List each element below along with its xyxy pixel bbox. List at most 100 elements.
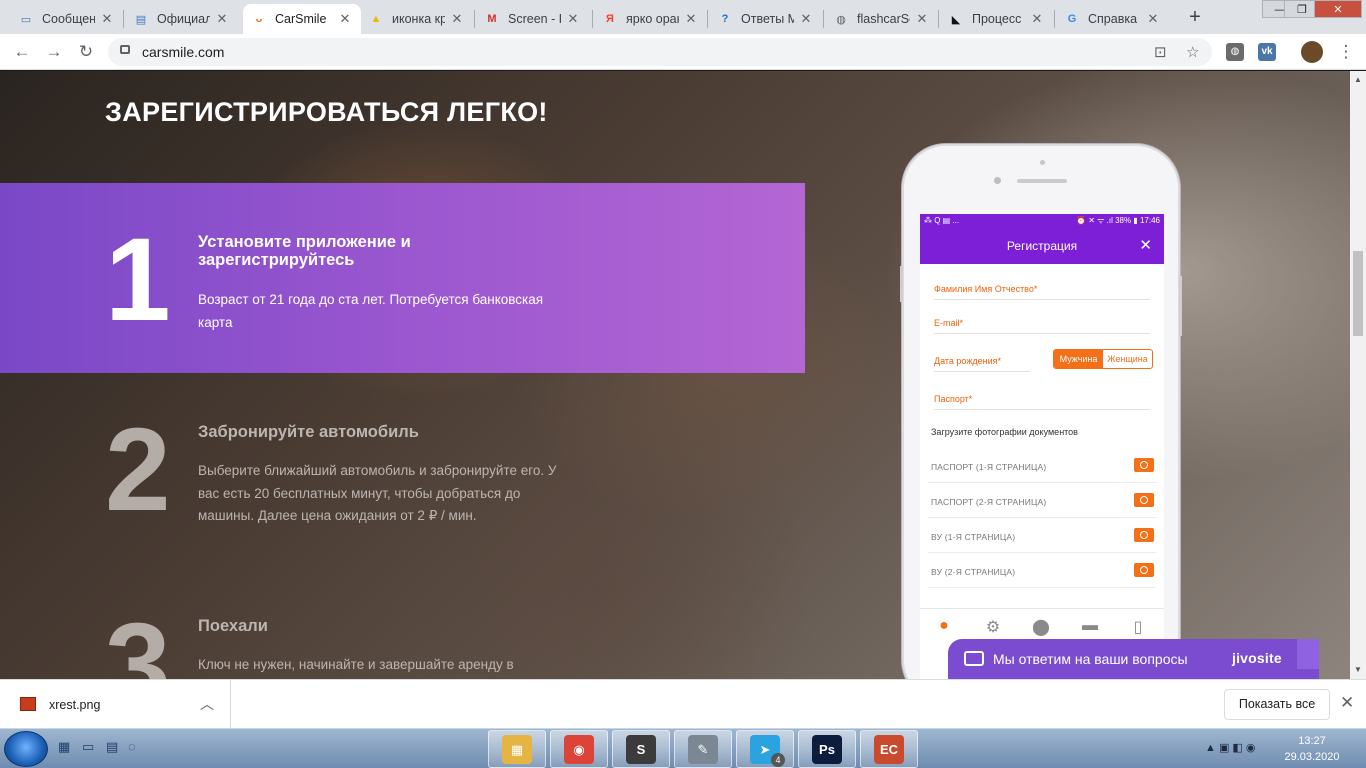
phone-power-button — [1179, 276, 1182, 336]
download-item[interactable]: xrest.png ︿ — [0, 680, 231, 729]
back-button[interactable]: ← — [10, 40, 34, 64]
translate-icon[interactable]: ⊡ — [1154, 43, 1167, 61]
yandex-icon: Я — [606, 13, 614, 25]
tab-7[interactable]: ? Ответы Mail ✕ — [709, 4, 822, 34]
passport-field[interactable]: Паспорт* — [934, 394, 1150, 410]
settings-icon[interactable]: ⚙ — [981, 617, 1005, 637]
browser-menu-icon[interactable]: ⋮ — [1334, 40, 1358, 64]
tab-3[interactable]: ᴗ CarSmile ✕ — [243, 4, 361, 34]
download-bar: xrest.png ︿ Показать все ✕ — [0, 679, 1366, 729]
download-filename[interactable]: xrest.png — [49, 698, 100, 712]
new-tab-button[interactable]: + — [1181, 5, 1209, 29]
carsmile-icon: ᴗ — [255, 13, 263, 25]
taskbar-app-telegram[interactable]: ➤ 4 — [736, 730, 794, 768]
close-download-bar-icon[interactable]: ✕ — [1340, 693, 1354, 713]
pen-tool-icon: ✎ — [688, 735, 718, 764]
close-tab-icon[interactable]: ✕ — [565, 11, 581, 27]
tab-separator — [938, 10, 939, 28]
chat-icon[interactable]: ▬ — [1078, 617, 1102, 635]
close-tab-icon[interactable]: ✕ — [1145, 11, 1161, 27]
url-text[interactable]: carsmile.com — [142, 44, 224, 60]
tab-9[interactable]: ◣ Процесс ✕ — [940, 4, 1053, 34]
doc-row[interactable]: ВУ (2-Я СТРАНИЦА) — [928, 553, 1156, 588]
app-header: Регистрация ✕ — [920, 228, 1164, 264]
show-all-button[interactable]: Показать все — [1224, 689, 1330, 720]
bookmark-star-icon[interactable]: ☆ — [1186, 43, 1199, 61]
tab-separator — [474, 10, 475, 28]
scroll-up-icon[interactable]: ▲ — [1354, 75, 1362, 84]
start-button[interactable] — [4, 731, 48, 767]
close-tab-icon[interactable]: ✕ — [914, 11, 930, 27]
camera-icon[interactable] — [1134, 563, 1154, 577]
birthdate-field[interactable]: Дата рождения* — [934, 356, 1030, 372]
quicklaunch-icon[interactable]: ▭ — [82, 739, 94, 755]
close-tab-icon[interactable]: ✕ — [99, 11, 115, 27]
chat-widget[interactable]: Мы ответим на ваши вопросы jivosite — [948, 639, 1319, 679]
location-pin-icon[interactable]: ⬤ — [1029, 617, 1053, 637]
tab-1[interactable]: ▭ Сообщения ✕ — [10, 4, 123, 34]
close-tab-icon[interactable]: ✕ — [798, 11, 814, 27]
globe-extension-icon[interactable]: ◍ — [1226, 43, 1244, 61]
quicklaunch-icon[interactable]: ▤ — [106, 739, 118, 755]
taskbar-app-presentation[interactable]: EC — [860, 730, 918, 768]
close-tab-icon[interactable]: ✕ — [337, 11, 353, 27]
scroll-down-icon[interactable]: ▼ — [1354, 665, 1362, 674]
close-window-button[interactable]: ✕ — [1314, 0, 1362, 18]
chat-widget-text[interactable]: Мы ответим на ваши вопросы — [993, 651, 1188, 667]
page-title: ЗАРЕГИСТРИРОВАТЬСЯ ЛЕГКО! — [105, 97, 548, 127]
tab-title: иконка кр — [392, 12, 445, 26]
tab-2[interactable]: ▤ Официальный ✕ — [125, 4, 238, 34]
taskbar-app-sublime-text[interactable]: S — [612, 730, 670, 768]
taskbar-app-photoshop[interactable]: Ps — [798, 730, 856, 768]
reload-button[interactable]: ↻ — [74, 40, 98, 64]
close-icon[interactable]: ✕ — [1139, 236, 1152, 254]
google-icon: G — [1067, 13, 1077, 25]
camera-icon[interactable] — [1134, 528, 1154, 542]
tab-6[interactable]: Яярко оранж ✕ — [594, 4, 707, 34]
step-1-number: 1 — [105, 214, 171, 346]
profile-avatar[interactable] — [1301, 41, 1323, 63]
forward-button[interactable]: → — [42, 40, 66, 64]
camera-icon[interactable] — [1134, 493, 1154, 507]
taskbar-app-pen-tool[interactable]: ✎ — [674, 730, 732, 768]
tab-separator — [707, 10, 708, 28]
tab-title: ярко оранж — [626, 12, 679, 26]
step-1-title: Установите приложение и зарегистрируйтес… — [198, 233, 411, 269]
fullname-field[interactable]: Фамилия Имя Отчество* — [934, 284, 1150, 300]
close-tab-icon[interactable]: ✕ — [214, 11, 230, 27]
doc-label: ВУ (2-Я СТРАНИЦА) — [931, 567, 1016, 577]
taskbar-app-chrome[interactable]: ◉ — [550, 730, 608, 768]
camera-icon[interactable] — [1134, 458, 1154, 472]
doc-row[interactable]: ПАСПОРТ (2-Я СТРАНИЦА) — [928, 483, 1156, 518]
vk-extension-icon[interactable]: vk — [1258, 43, 1276, 61]
scroll-thumb[interactable] — [1353, 251, 1363, 336]
close-tab-icon[interactable]: ✕ — [1029, 11, 1045, 27]
quicklaunch-icon[interactable]: ◌ — [128, 739, 136, 754]
gender-female-button[interactable]: Женщина — [1103, 350, 1152, 368]
gender-male-button[interactable]: Мужчина — [1054, 350, 1103, 368]
tab-4[interactable]: ▲ иконка кр ✕ — [360, 4, 473, 34]
close-tab-icon[interactable]: ✕ — [683, 11, 699, 27]
presentation-icon: EC — [874, 735, 904, 764]
chevron-up-icon[interactable]: ︿ — [200, 694, 214, 714]
close-tab-icon[interactable]: ✕ — [449, 11, 465, 27]
quicklaunch-icon[interactable]: ▦ — [58, 739, 70, 755]
phone-icon[interactable]: ▯ — [1126, 617, 1150, 637]
page-content: ЗАРЕГИСТРИРОВАТЬСЯ ЛЕГКО! 1 Установите п… — [0, 71, 1350, 679]
explorer-icon: ▦ — [502, 735, 532, 764]
tab-8[interactable]: ◍ flashcarSo ✕ — [825, 4, 938, 34]
system-tray[interactable]: ▲ ▣ ◧ ◉ — [1205, 741, 1255, 754]
page-scrollbar[interactable]: ▲ ▼ — [1350, 71, 1366, 679]
tab-5[interactable]: M Screen - K ✕ — [476, 4, 589, 34]
tab-separator — [123, 10, 124, 28]
doc-row[interactable]: ВУ (1-Я СТРАНИЦА) — [928, 518, 1156, 553]
email-field[interactable]: E-mail* — [934, 318, 1150, 334]
tab-10[interactable]: G Справка ✕ — [1056, 4, 1169, 34]
clock[interactable]: 13:27 29.03.2020 — [1270, 733, 1354, 765]
photoshop-icon: Ps — [812, 735, 842, 764]
app-title: Регистрация — [1006, 239, 1078, 253]
address-bar[interactable]: carsmile.com ⊡ ☆ — [108, 38, 1212, 66]
profile-icon[interactable]: ● — [932, 617, 956, 635]
taskbar-app-explorer[interactable]: ▦ — [488, 730, 546, 768]
doc-row[interactable]: ПАСПОРТ (1-Я СТРАНИЦА) — [928, 448, 1156, 483]
